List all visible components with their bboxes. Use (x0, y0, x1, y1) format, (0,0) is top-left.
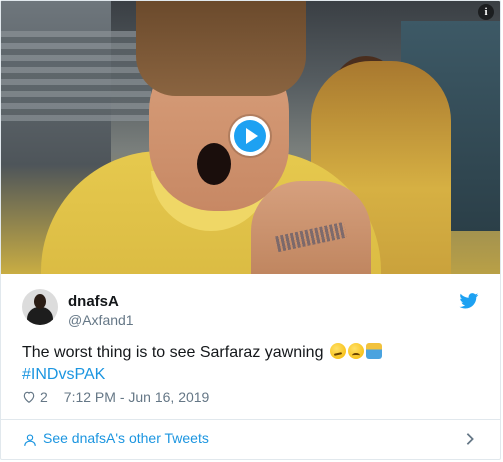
info-icon[interactable]: i (478, 4, 494, 20)
like-count[interactable]: 2 (40, 389, 48, 405)
facepalm-emoji (365, 343, 382, 359)
play-button[interactable] (230, 116, 270, 156)
see-other-tweets-link[interactable]: See dnafsA's other Tweets (1, 420, 500, 459)
tweet-text: The worst thing is to see Sarfaraz yawni… (22, 342, 482, 386)
video-thumbnail[interactable]: i (1, 1, 500, 274)
timestamp[interactable]: 7:12 PM - Jun 16, 2019 (64, 389, 210, 405)
frowning-face-emoji (329, 343, 346, 359)
chevron-right-icon (466, 433, 474, 445)
tweet-header: dnafsA @Axfand1 (1, 274, 500, 339)
see-other-tweets-label[interactable]: See dnafsA's other Tweets (43, 430, 209, 446)
confused-face-emoji (347, 343, 364, 359)
heart-icon[interactable] (22, 390, 36, 404)
twitter-bird-icon[interactable] (459, 293, 479, 309)
embedded-tweet: i dnafsA @Axfand1 The worst thing is to … (0, 0, 501, 460)
tweet-body: The worst thing is to see Sarfaraz yawni… (22, 344, 328, 361)
hashtag-link[interactable]: #INDvsPAK (22, 366, 105, 383)
user-handle[interactable]: @Axfand1 (68, 312, 134, 328)
play-icon (245, 128, 258, 144)
person-icon (24, 434, 36, 446)
user-name[interactable]: dnafsA (68, 293, 119, 310)
avatar[interactable] (22, 289, 58, 325)
tweet-meta: 2 7:12 PM - Jun 16, 2019 (22, 389, 209, 405)
